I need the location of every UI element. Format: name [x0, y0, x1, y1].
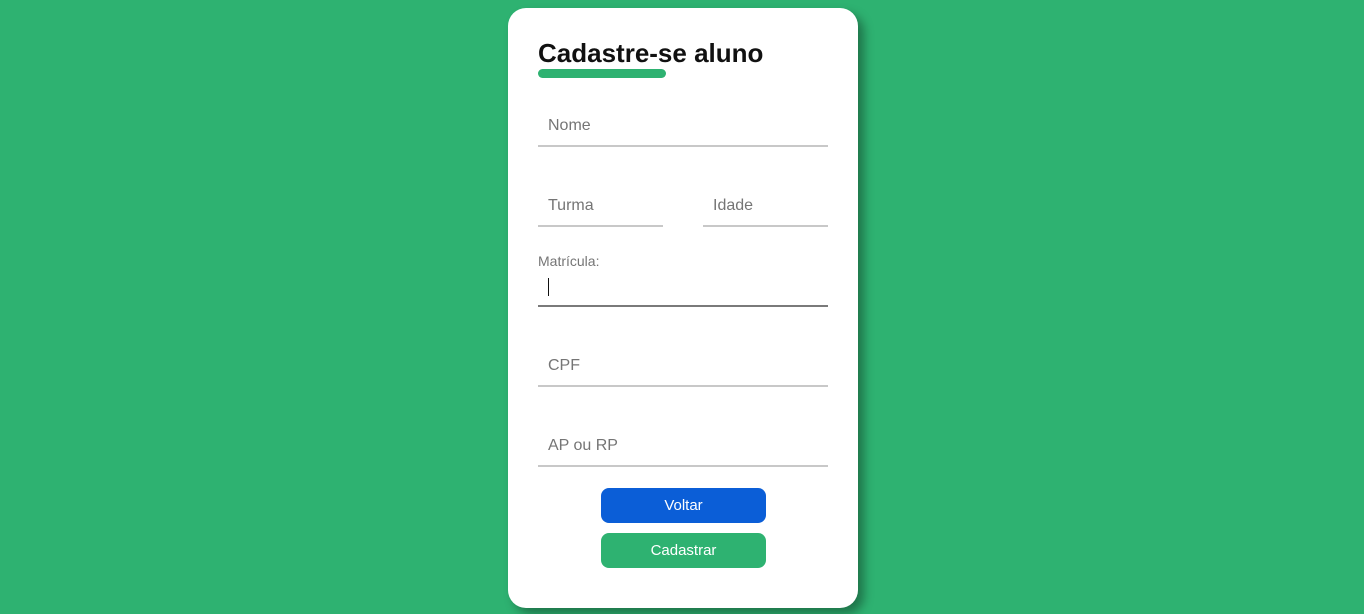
page-title: Cadastre-se aluno	[538, 38, 764, 68]
cpf-input[interactable]	[538, 347, 828, 387]
ap-rp-input[interactable]	[538, 427, 828, 467]
matricula-input[interactable]	[538, 267, 828, 307]
idade-input[interactable]	[703, 187, 828, 227]
title-underline	[538, 69, 666, 78]
text-cursor	[548, 278, 549, 296]
nome-input[interactable]	[538, 107, 828, 147]
voltar-button[interactable]: Voltar	[601, 488, 766, 523]
registration-card: Cadastre-se aluno Matrícula: Voltar Cada…	[508, 8, 858, 608]
turma-input[interactable]	[538, 187, 663, 227]
cadastrar-button[interactable]: Cadastrar	[601, 533, 766, 568]
